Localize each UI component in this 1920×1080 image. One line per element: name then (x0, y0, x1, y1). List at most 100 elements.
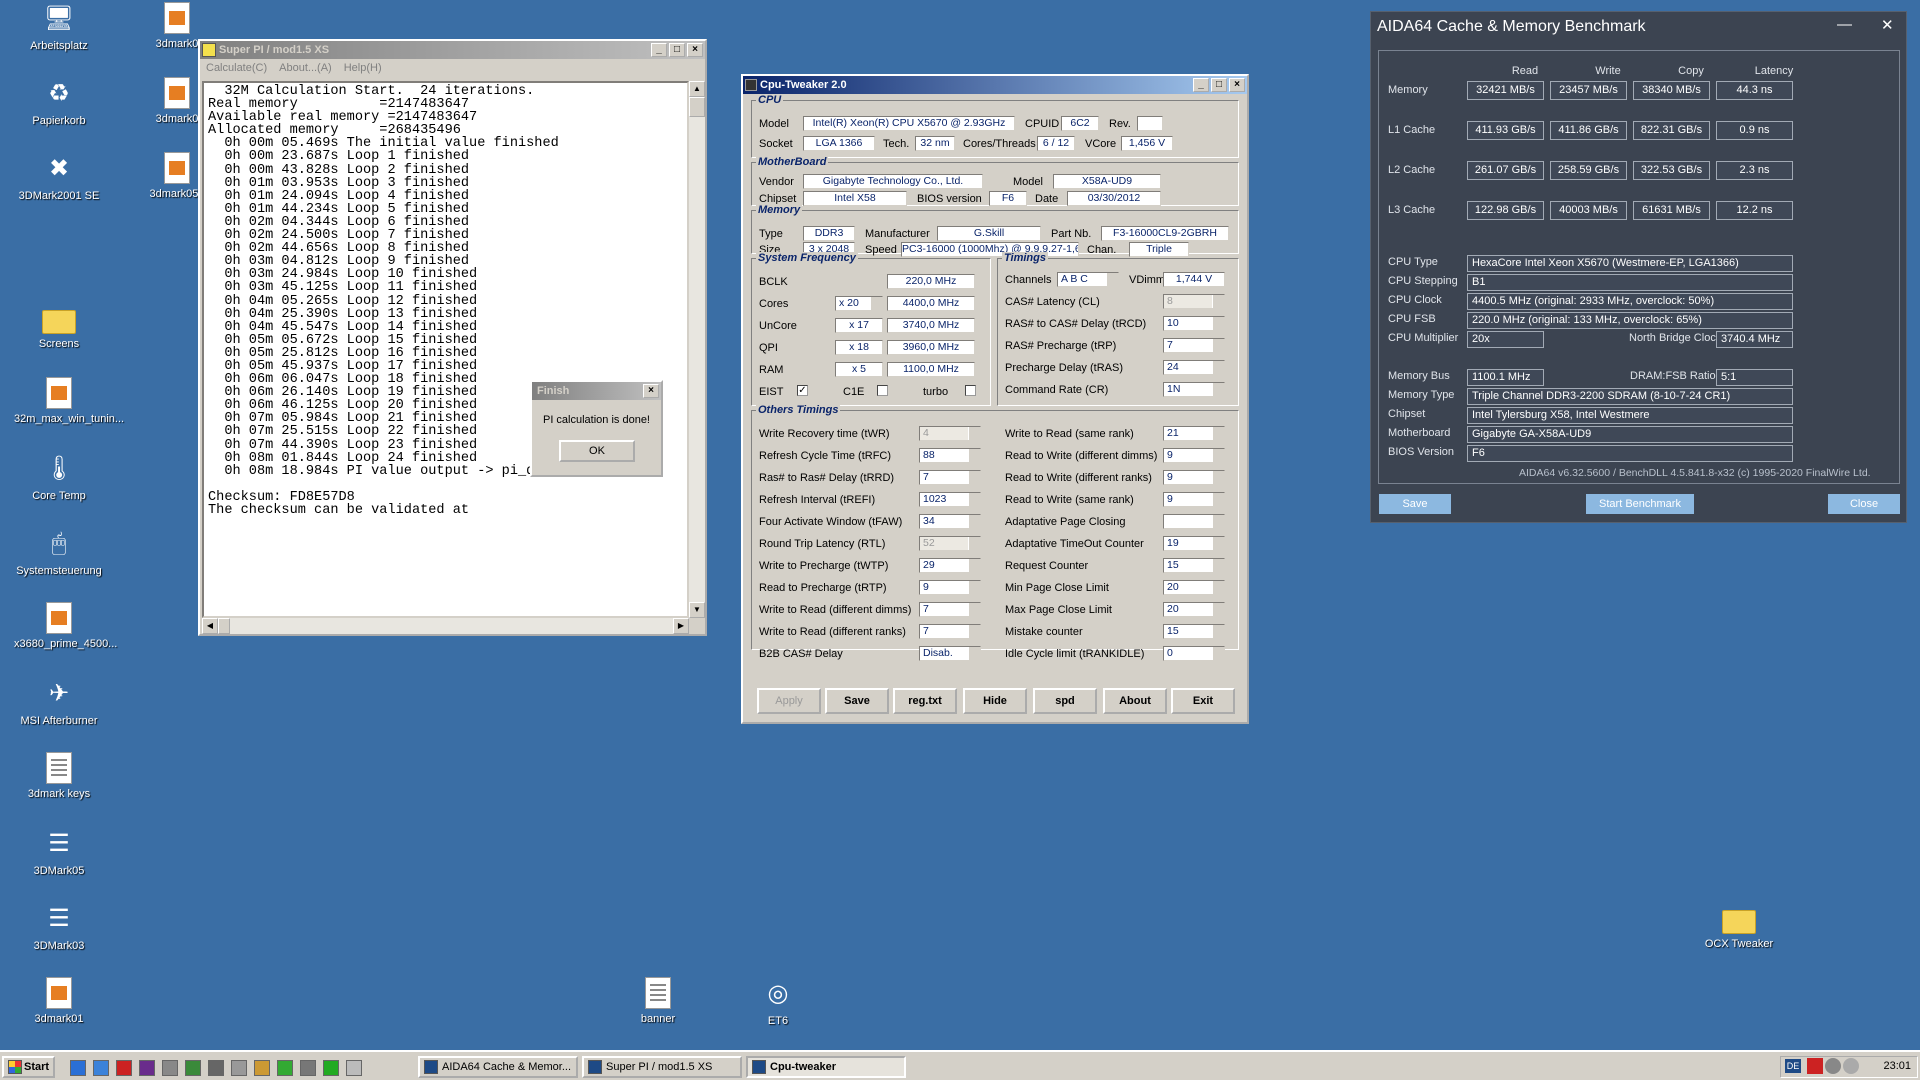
timing-dropdown[interactable]: 0 (1163, 646, 1225, 661)
quick-launch-icon[interactable] (208, 1060, 224, 1076)
start-button[interactable]: Start (2, 1056, 55, 1078)
minimize-button[interactable]: _ (651, 43, 667, 57)
timing-dropdown[interactable]: 9 (1163, 492, 1225, 507)
regtxt-button[interactable]: reg.txt (893, 688, 957, 714)
timing-dropdown[interactable]: 4 (919, 426, 981, 441)
timing-dropdown[interactable]: 9 (1163, 448, 1225, 463)
tray-icon[interactable] (1843, 1058, 1859, 1074)
timing-dropdown[interactable]: 24 (1163, 360, 1225, 375)
quick-launch-icon[interactable] (185, 1060, 201, 1076)
desktop-icon[interactable]: OCX Tweaker (1694, 902, 1784, 950)
hide-button[interactable]: Hide (963, 688, 1027, 714)
chevron-down-icon[interactable] (1212, 625, 1224, 638)
superpi-menu-item[interactable]: Calculate(C) (206, 62, 267, 74)
eist-checkbox[interactable]: ✓ (797, 385, 808, 396)
vertical-scrollbar[interactable]: ▲ ▼ (689, 81, 705, 618)
superpi-menu-item[interactable]: Help(H) (344, 62, 382, 74)
timing-dropdown[interactable]: 21 (1163, 426, 1225, 441)
timing-dropdown[interactable]: 10 (1163, 316, 1225, 331)
scroll-thumb[interactable] (689, 97, 705, 117)
timing-dropdown[interactable]: 7 (919, 624, 981, 639)
quick-launch-icon[interactable] (346, 1060, 362, 1076)
chevron-down-icon[interactable] (1212, 449, 1224, 462)
chevron-down-icon[interactable] (1212, 471, 1224, 484)
chevron-down-icon[interactable] (1212, 515, 1224, 528)
timing-dropdown[interactable]: 15 (1163, 624, 1225, 639)
timing-dropdown[interactable]: 1023 (919, 492, 981, 507)
chevron-down-icon[interactable] (968, 559, 980, 572)
c1e-checkbox[interactable] (877, 385, 888, 396)
chevron-down-icon[interactable] (1212, 493, 1224, 506)
chevron-down-icon[interactable] (968, 603, 980, 616)
chevron-down-icon[interactable] (1212, 295, 1224, 308)
timing-dropdown[interactable]: 20 (1163, 580, 1225, 595)
timing-dropdown[interactable]: 19 (1163, 536, 1225, 551)
desktop-icon[interactable]: 🌡 Core Temp (14, 452, 104, 502)
chevron-down-icon[interactable] (968, 493, 980, 506)
chevron-down-icon[interactable] (968, 515, 980, 528)
about-button[interactable]: About (1103, 688, 1167, 714)
quick-launch-icon[interactable] (162, 1060, 178, 1076)
chevron-down-icon[interactable] (1212, 427, 1224, 440)
minimize-button[interactable]: _ (1193, 78, 1209, 92)
superpi-window[interactable]: Super PI / mod1.5 XS _ □ × Calculate(C) A… (198, 39, 707, 636)
timing-dropdown[interactable]: 52 (919, 536, 981, 551)
chevron-down-icon[interactable] (1212, 383, 1224, 396)
chevron-down-icon[interactable] (1212, 581, 1224, 594)
desktop-icon[interactable]: 🖥 Arbeitsplatz (14, 2, 104, 52)
chevron-down-icon[interactable] (1106, 273, 1118, 286)
cputweaker-window[interactable]: Cpu-Tweaker 2.0 _ □ × CPU Model Intel(R) X… (741, 74, 1249, 724)
quick-launch-icon[interactable] (300, 1060, 316, 1076)
chevron-down-icon[interactable] (968, 537, 980, 550)
desktop-icon[interactable]: 3dmark keys (14, 752, 104, 800)
save-button[interactable]: Save (825, 688, 889, 714)
hscroll-thumb[interactable] (218, 618, 230, 634)
language-indicator[interactable]: DE (1785, 1059, 1801, 1073)
timing-dropdown[interactable]: 9 (919, 580, 981, 595)
superpi-titlebar[interactable]: Super PI / mod1.5 XS _ □ × (200, 41, 705, 59)
chevron-down-icon[interactable] (1212, 339, 1224, 352)
cores-multiplier-dropdown[interactable]: x 20 (835, 296, 883, 311)
desktop-icon[interactable]: ◎ ET6 (733, 977, 823, 1027)
tray-icon[interactable] (1825, 1058, 1841, 1074)
chevron-down-icon[interactable] (968, 427, 980, 440)
close-button[interactable]: × (1229, 78, 1245, 92)
desktop-icon[interactable]: 3dmark01 (14, 977, 104, 1025)
timing-dropdown[interactable]: 34 (919, 514, 981, 529)
close-button[interactable]: × (643, 384, 659, 398)
desktop-icon[interactable]: ♻ Papierkorb (14, 77, 104, 127)
quick-launch-icon[interactable] (139, 1060, 155, 1076)
desktop-icon[interactable]: x3680_prime_4500... (14, 602, 117, 650)
timing-dropdown[interactable]: 1N (1163, 382, 1225, 397)
timing-dropdown[interactable]: 9 (1163, 470, 1225, 485)
quick-launch-icon[interactable] (277, 1060, 293, 1076)
chevron-down-icon[interactable] (968, 647, 980, 660)
timing-dropdown[interactable]: 15 (1163, 558, 1225, 573)
taskbar-task[interactable]: Cpu-tweaker (746, 1056, 906, 1078)
quick-launch-icon[interactable] (93, 1060, 109, 1076)
desktop-icon[interactable]: Screens (14, 302, 104, 350)
start-benchmark-button[interactable]: Start Benchmark (1586, 494, 1694, 514)
finish-dialog[interactable]: Finish × PI calculation is done! OK (530, 380, 663, 477)
maximize-button[interactable]: □ (669, 43, 685, 57)
timing-dropdown[interactable]: 8 (1163, 294, 1225, 309)
turbo-checkbox[interactable] (965, 385, 976, 396)
desktop-icon[interactable]: ☰ 3DMark05 (14, 827, 104, 877)
close-button[interactable]: × (687, 43, 703, 57)
desktop-icon[interactable]: ✈ MSI Afterburner (14, 677, 104, 727)
quick-launch-icon[interactable] (323, 1060, 339, 1076)
save-button[interactable]: Save (1379, 494, 1451, 514)
quick-launch-icon[interactable] (116, 1060, 132, 1076)
timing-dropdown[interactable]: 29 (919, 558, 981, 573)
ok-button[interactable]: OK (559, 440, 635, 462)
desktop-icon[interactable]: banner (613, 977, 703, 1025)
exit-button[interactable]: Exit (1171, 688, 1235, 714)
desktop-icon[interactable]: 32m_max_win_tunin... (14, 377, 124, 425)
taskbar-task[interactable]: AIDA64 Cache & Memor... (418, 1056, 578, 1078)
chevron-down-icon[interactable] (1212, 559, 1224, 572)
scroll-right-icon[interactable]: ▶ (673, 618, 689, 634)
close-icon[interactable]: ✕ (1881, 16, 1894, 34)
channels-dropdown[interactable]: A B C (1057, 272, 1119, 287)
maximize-button[interactable]: □ (1211, 78, 1227, 92)
clock[interactable]: 23:01 (1883, 1057, 1911, 1075)
